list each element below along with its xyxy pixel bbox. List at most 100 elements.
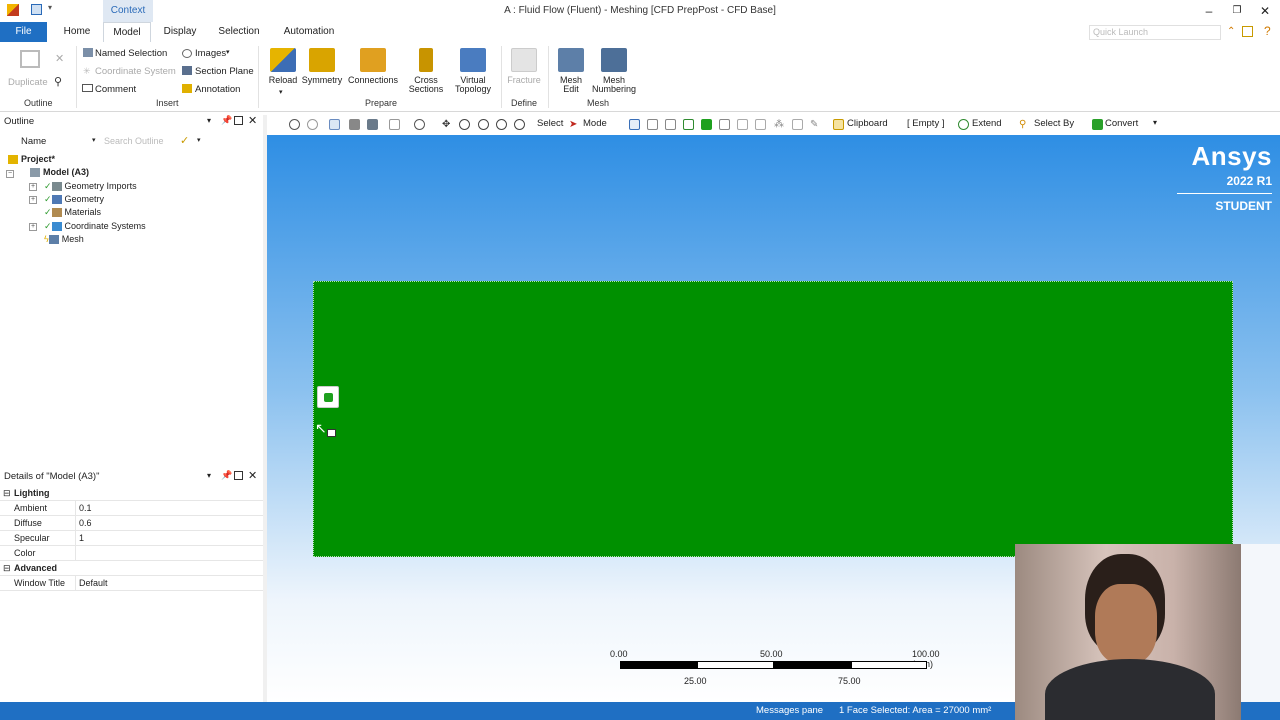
rotate-icon[interactable] bbox=[414, 119, 425, 130]
property-value[interactable]: 0.6 bbox=[79, 516, 92, 531]
select-by-dropdown[interactable]: Select By bbox=[1034, 118, 1074, 129]
tab-home[interactable]: Home bbox=[55, 22, 99, 42]
select-edge-icon[interactable] bbox=[647, 119, 658, 130]
close-icon[interactable]: ✕ bbox=[1257, 3, 1273, 19]
tab-display[interactable]: Display bbox=[157, 22, 203, 42]
minimize-icon[interactable]: – bbox=[1201, 3, 1217, 19]
clipboard-dropdown[interactable]: Clipboard bbox=[847, 118, 888, 129]
annotation-button[interactable]: Annotation bbox=[195, 84, 240, 95]
mesh-numbering-button[interactable]: Mesh Numbering bbox=[590, 48, 638, 94]
duplicate-button[interactable]: Duplicate bbox=[8, 77, 48, 88]
zoom-fit-icon[interactable] bbox=[496, 119, 507, 130]
reload-button[interactable]: Reload bbox=[266, 48, 300, 85]
convert-dropdown[interactable]: Convert bbox=[1105, 118, 1138, 129]
extend-dropdown[interactable]: Extend bbox=[972, 118, 1002, 129]
tree-item-geometry-imports[interactable]: ✓ Geometry Imports bbox=[44, 180, 137, 193]
cross-sections-button[interactable]: Cross Sections bbox=[404, 48, 448, 94]
connections-button[interactable]: Connections bbox=[345, 48, 401, 85]
close-panel-icon[interactable]: ✕ bbox=[248, 469, 257, 482]
expand-icon[interactable]: + bbox=[29, 223, 37, 231]
details-row-color[interactable]: Color bbox=[0, 546, 263, 561]
details-row-window-title[interactable]: Window Title Default bbox=[0, 576, 263, 591]
fracture-button[interactable]: Fracture bbox=[505, 48, 543, 85]
details-category-advanced[interactable]: ⊟ Advanced bbox=[0, 561, 263, 576]
coordinate-system-button[interactable]: Coordinate System bbox=[95, 66, 176, 77]
symmetry-button[interactable]: Symmetry bbox=[301, 48, 343, 85]
select-mesh-icon[interactable] bbox=[792, 119, 803, 130]
filter-dropdown-icon[interactable]: ▾ bbox=[197, 136, 201, 144]
select-body-icon[interactable] bbox=[683, 119, 694, 130]
panel-menu-icon[interactable]: ▾ bbox=[207, 116, 211, 125]
shaded-view-icon[interactable] bbox=[367, 119, 378, 130]
reload-dropdown-icon[interactable]: ▾ bbox=[279, 88, 283, 96]
search-outline-input[interactable]: Search Outline bbox=[104, 136, 164, 146]
pin-icon[interactable]: 📌 bbox=[221, 115, 232, 126]
details-row-specular[interactable]: Specular 1 bbox=[0, 531, 263, 546]
collapse-icon[interactable]: − bbox=[6, 170, 14, 178]
images-button[interactable]: Images bbox=[195, 48, 226, 59]
quick-launch-input[interactable]: Quick Launch bbox=[1089, 25, 1221, 40]
tree-item-materials[interactable]: ✓ Materials bbox=[44, 206, 101, 219]
expand-icon[interactable]: + bbox=[29, 183, 37, 191]
details-row-diffuse[interactable]: Diffuse 0.6 bbox=[0, 516, 263, 531]
select-node-icon[interactable] bbox=[719, 119, 730, 130]
select-node-set-icon[interactable]: ⁂ bbox=[774, 119, 785, 130]
select-button[interactable]: Select bbox=[537, 118, 563, 129]
hide-icon[interactable]: ✎ bbox=[810, 119, 821, 130]
virtual-topology-button[interactable]: Virtual Topology bbox=[450, 48, 496, 94]
images-dropdown-icon[interactable]: ▾ bbox=[226, 48, 230, 56]
duplicate-icon[interactable] bbox=[20, 50, 40, 68]
tab-selection[interactable]: Selection bbox=[212, 22, 266, 42]
restore-icon[interactable]: ❐ bbox=[1229, 3, 1245, 19]
box-view-icon[interactable] bbox=[349, 119, 360, 130]
details-row-ambient[interactable]: Ambient 0.1 bbox=[0, 501, 263, 516]
tree-item-project[interactable]: Project* bbox=[8, 153, 55, 166]
tree-item-model[interactable]: Model (A3) bbox=[30, 166, 89, 179]
pin-icon[interactable]: 📌 bbox=[221, 470, 232, 481]
feedback-icon[interactable] bbox=[1242, 26, 1253, 37]
magnifier-icon[interactable] bbox=[514, 119, 525, 130]
geometry-face[interactable] bbox=[313, 281, 1233, 557]
zoom-out-icon[interactable] bbox=[307, 119, 318, 130]
collapse-icon[interactable]: ⊟ bbox=[3, 486, 11, 501]
select-face-icon[interactable] bbox=[665, 119, 676, 130]
selection-popup[interactable] bbox=[317, 386, 339, 408]
select-green-body-icon[interactable] bbox=[701, 119, 712, 130]
pan-icon[interactable]: ✥ bbox=[442, 119, 453, 130]
help-up-icon[interactable]: ⌃ bbox=[1227, 26, 1235, 37]
tab-file[interactable]: File bbox=[0, 22, 47, 42]
mesh-edit-button[interactable]: Mesh Edit bbox=[555, 48, 587, 94]
property-value[interactable]: 0.1 bbox=[79, 501, 92, 516]
zoom-box-icon[interactable] bbox=[478, 119, 489, 130]
select-vertex-icon[interactable] bbox=[629, 119, 640, 130]
panel-menu-icon[interactable]: ▾ bbox=[207, 471, 211, 480]
property-value[interactable]: 1 bbox=[79, 531, 84, 546]
delete-icon[interactable]: ✕ bbox=[55, 52, 64, 65]
close-panel-icon[interactable]: ✕ bbox=[248, 114, 257, 127]
cube-view-icon[interactable] bbox=[329, 119, 340, 130]
zoom-icon[interactable] bbox=[459, 119, 470, 130]
expand-icon[interactable]: + bbox=[29, 196, 37, 204]
collapse-icon[interactable]: ⊟ bbox=[3, 561, 11, 576]
tab-model[interactable]: Model bbox=[103, 22, 151, 42]
tree-item-coordinate-systems[interactable]: ✓ Coordinate Systems bbox=[44, 220, 146, 233]
select-element-face-icon[interactable] bbox=[755, 119, 766, 130]
tab-automation[interactable]: Automation bbox=[277, 22, 341, 42]
property-value[interactable]: Default bbox=[79, 576, 108, 591]
help-icon[interactable]: ? bbox=[1264, 24, 1271, 38]
comment-button[interactable]: Comment bbox=[95, 84, 136, 95]
details-category-lighting[interactable]: ⊟ Lighting bbox=[0, 486, 263, 501]
messages-pane-button[interactable]: Messages pane bbox=[756, 702, 823, 720]
wireframe-icon[interactable] bbox=[389, 119, 400, 130]
maximize-icon[interactable] bbox=[234, 471, 243, 480]
tree-item-mesh[interactable]: ϟ Mesh bbox=[44, 233, 84, 246]
mode-dropdown[interactable]: Mode bbox=[583, 118, 607, 129]
tree-item-geometry[interactable]: ✓ Geometry bbox=[44, 193, 104, 206]
select-element-icon[interactable] bbox=[737, 119, 748, 130]
filter-check-icon[interactable]: ✓ bbox=[180, 134, 189, 147]
named-selection-button[interactable]: Named Selection bbox=[95, 48, 167, 59]
section-plane-button[interactable]: Section Plane bbox=[195, 66, 254, 77]
maximize-icon[interactable] bbox=[234, 116, 243, 125]
zoom-in-icon[interactable] bbox=[289, 119, 300, 130]
toolbar-overflow-icon[interactable]: ▾ bbox=[1153, 118, 1157, 127]
